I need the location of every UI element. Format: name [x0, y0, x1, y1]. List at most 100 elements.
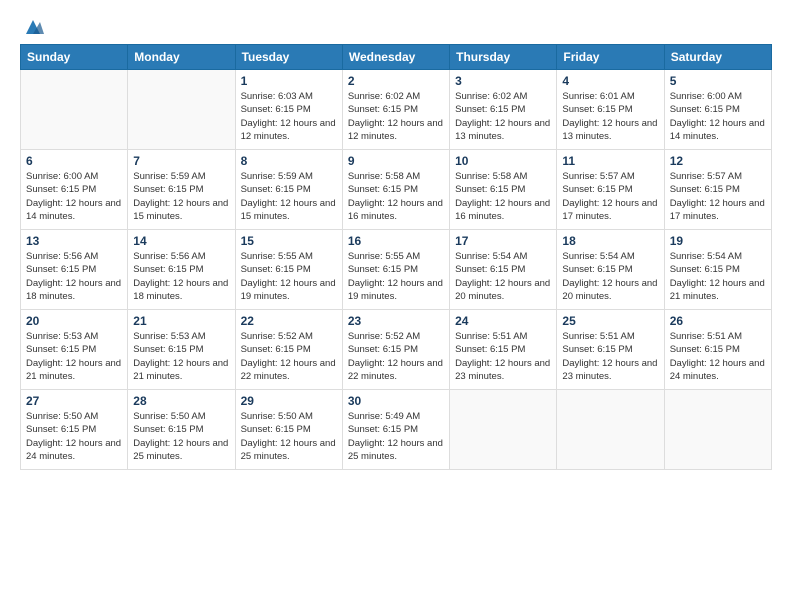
- day-info: Sunrise: 5:56 AMSunset: 6:15 PMDaylight:…: [133, 250, 229, 303]
- calendar-cell: 29 Sunrise: 5:50 AMSunset: 6:15 PMDayligh…: [235, 390, 342, 470]
- calendar-cell: [450, 390, 557, 470]
- day-number: 28: [133, 394, 229, 408]
- logo-icon: [22, 16, 44, 38]
- day-number: 21: [133, 314, 229, 328]
- day-number: 17: [455, 234, 551, 248]
- day-number: 1: [241, 74, 337, 88]
- calendar-cell: 11 Sunrise: 5:57 AMSunset: 6:15 PMDayligh…: [557, 150, 664, 230]
- day-number: 16: [348, 234, 444, 248]
- calendar-cell: 10Sunrise: 5:58 AMSunset: 6:15 PMDayligh…: [450, 150, 557, 230]
- day-info: Sunrise: 5:54 AMSunset: 6:15 PMDaylight:…: [562, 250, 658, 303]
- day-info: Sunrise: 6:00 AMSunset: 6:15 PMDaylight:…: [670, 90, 766, 143]
- calendar-cell: 4Sunrise: 6:01 AMSunset: 6:15 PMDaylight…: [557, 70, 664, 150]
- calendar-cell: 19 Sunrise: 5:54 AMSunset: 6:15 PMDayligh…: [664, 230, 771, 310]
- calendar-cell: 28 Sunrise: 5:50 AMSunset: 6:15 PMDayligh…: [128, 390, 235, 470]
- logo: [20, 16, 44, 34]
- calendar-cell: 26 Sunrise: 5:51 AMSunset: 6:15 PMDayligh…: [664, 310, 771, 390]
- calendar-cell: 17 Sunrise: 5:54 AMSunset: 6:15 PMDayligh…: [450, 230, 557, 310]
- page-header: [20, 16, 772, 34]
- day-number: 25: [562, 314, 658, 328]
- calendar-cell: 24 Sunrise: 5:51 AMSunset: 6:15 PMDayligh…: [450, 310, 557, 390]
- day-info: Sunrise: 5:49 AMSunset: 6:15 PMDaylight:…: [348, 410, 444, 463]
- day-number: 18: [562, 234, 658, 248]
- calendar-cell: [557, 390, 664, 470]
- day-info: Sunrise: 5:50 AMSunset: 6:15 PMDaylight:…: [26, 410, 122, 463]
- calendar-cell: 12Sunrise: 5:57 AMSunset: 6:15 PMDayligh…: [664, 150, 771, 230]
- day-info: Sunrise: 6:03 AMSunset: 6:15 PMDaylight:…: [241, 90, 337, 143]
- week-row-2: 6Sunrise: 6:00 AMSunset: 6:15 PMDaylight…: [21, 150, 772, 230]
- day-number: 8: [241, 154, 337, 168]
- day-info: Sunrise: 5:55 AMSunset: 6:15 PMDaylight:…: [241, 250, 337, 303]
- calendar-cell: 13 Sunrise: 5:56 AMSunset: 6:15 PMDayligh…: [21, 230, 128, 310]
- day-info: Sunrise: 5:52 AMSunset: 6:15 PMDaylight:…: [348, 330, 444, 383]
- calendar-cell: 21 Sunrise: 5:53 AMSunset: 6:15 PMDayligh…: [128, 310, 235, 390]
- calendar-cell: 6Sunrise: 6:00 AMSunset: 6:15 PMDaylight…: [21, 150, 128, 230]
- calendar-table: SundayMondayTuesdayWednesdayThursdayFrid…: [20, 44, 772, 470]
- calendar-cell: [664, 390, 771, 470]
- day-info: Sunrise: 5:55 AMSunset: 6:15 PMDaylight:…: [348, 250, 444, 303]
- day-number: 27: [26, 394, 122, 408]
- day-info: Sunrise: 5:58 AMSunset: 6:15 PMDaylight:…: [348, 170, 444, 223]
- day-info: Sunrise: 6:02 AMSunset: 6:15 PMDaylight:…: [455, 90, 551, 143]
- weekday-header-tuesday: Tuesday: [235, 45, 342, 70]
- day-info: Sunrise: 5:51 AMSunset: 6:15 PMDaylight:…: [455, 330, 551, 383]
- calendar-cell: 2 Sunrise: 6:02 AMSunset: 6:15 PMDaylight…: [342, 70, 449, 150]
- day-number: 6: [26, 154, 122, 168]
- day-number: 30: [348, 394, 444, 408]
- day-info: Sunrise: 5:58 AMSunset: 6:15 PMDaylight:…: [455, 170, 551, 223]
- calendar-cell: 9Sunrise: 5:58 AMSunset: 6:15 PMDaylight…: [342, 150, 449, 230]
- day-info: Sunrise: 5:54 AMSunset: 6:15 PMDaylight:…: [670, 250, 766, 303]
- weekday-header-sunday: Sunday: [21, 45, 128, 70]
- day-number: 23: [348, 314, 444, 328]
- calendar-cell: [21, 70, 128, 150]
- day-number: 11: [562, 154, 658, 168]
- day-number: 19: [670, 234, 766, 248]
- calendar-cell: 23 Sunrise: 5:52 AMSunset: 6:15 PMDayligh…: [342, 310, 449, 390]
- day-number: 4: [562, 74, 658, 88]
- calendar-cell: 20 Sunrise: 5:53 AMSunset: 6:15 PMDayligh…: [21, 310, 128, 390]
- day-info: Sunrise: 5:56 AMSunset: 6:15 PMDaylight:…: [26, 250, 122, 303]
- calendar-cell: 27 Sunrise: 5:50 AMSunset: 6:15 PMDayligh…: [21, 390, 128, 470]
- day-number: 26: [670, 314, 766, 328]
- day-info: Sunrise: 5:57 AMSunset: 6:15 PMDaylight:…: [670, 170, 766, 223]
- day-info: Sunrise: 5:51 AMSunset: 6:15 PMDaylight:…: [670, 330, 766, 383]
- week-row-1: 1 Sunrise: 6:03 AMSunset: 6:15 PMDaylight…: [21, 70, 772, 150]
- day-number: 2: [348, 74, 444, 88]
- day-number: 29: [241, 394, 337, 408]
- calendar-cell: 3 Sunrise: 6:02 AMSunset: 6:15 PMDaylight…: [450, 70, 557, 150]
- day-number: 14: [133, 234, 229, 248]
- calendar-cell: 7 Sunrise: 5:59 AMSunset: 6:15 PMDaylight…: [128, 150, 235, 230]
- calendar-cell: 18 Sunrise: 5:54 AMSunset: 6:15 PMDayligh…: [557, 230, 664, 310]
- weekday-header-saturday: Saturday: [664, 45, 771, 70]
- day-info: Sunrise: 6:02 AMSunset: 6:15 PMDaylight:…: [348, 90, 444, 143]
- day-info: Sunrise: 5:50 AMSunset: 6:15 PMDaylight:…: [133, 410, 229, 463]
- day-number: 22: [241, 314, 337, 328]
- day-number: 20: [26, 314, 122, 328]
- weekday-header-monday: Monday: [128, 45, 235, 70]
- week-row-3: 13 Sunrise: 5:56 AMSunset: 6:15 PMDayligh…: [21, 230, 772, 310]
- calendar-cell: 30 Sunrise: 5:49 AMSunset: 6:15 PMDayligh…: [342, 390, 449, 470]
- week-row-4: 20 Sunrise: 5:53 AMSunset: 6:15 PMDayligh…: [21, 310, 772, 390]
- day-number: 7: [133, 154, 229, 168]
- day-info: Sunrise: 5:59 AMSunset: 6:15 PMDaylight:…: [133, 170, 229, 223]
- day-number: 5: [670, 74, 766, 88]
- calendar-cell: [128, 70, 235, 150]
- day-info: Sunrise: 5:54 AMSunset: 6:15 PMDaylight:…: [455, 250, 551, 303]
- calendar-cell: 14 Sunrise: 5:56 AMSunset: 6:15 PMDayligh…: [128, 230, 235, 310]
- day-number: 13: [26, 234, 122, 248]
- day-info: Sunrise: 5:59 AMSunset: 6:15 PMDaylight:…: [241, 170, 337, 223]
- day-info: Sunrise: 5:53 AMSunset: 6:15 PMDaylight:…: [26, 330, 122, 383]
- day-info: Sunrise: 5:52 AMSunset: 6:15 PMDaylight:…: [241, 330, 337, 383]
- day-number: 24: [455, 314, 551, 328]
- calendar-cell: 15 Sunrise: 5:55 AMSunset: 6:15 PMDayligh…: [235, 230, 342, 310]
- day-number: 3: [455, 74, 551, 88]
- week-row-5: 27 Sunrise: 5:50 AMSunset: 6:15 PMDayligh…: [21, 390, 772, 470]
- weekday-header-wednesday: Wednesday: [342, 45, 449, 70]
- calendar-cell: 8 Sunrise: 5:59 AMSunset: 6:15 PMDaylight…: [235, 150, 342, 230]
- day-info: Sunrise: 5:53 AMSunset: 6:15 PMDaylight:…: [133, 330, 229, 383]
- day-info: Sunrise: 5:57 AMSunset: 6:15 PMDaylight:…: [562, 170, 658, 223]
- day-info: Sunrise: 5:50 AMSunset: 6:15 PMDaylight:…: [241, 410, 337, 463]
- day-number: 15: [241, 234, 337, 248]
- weekday-header-thursday: Thursday: [450, 45, 557, 70]
- calendar-cell: 1 Sunrise: 6:03 AMSunset: 6:15 PMDaylight…: [235, 70, 342, 150]
